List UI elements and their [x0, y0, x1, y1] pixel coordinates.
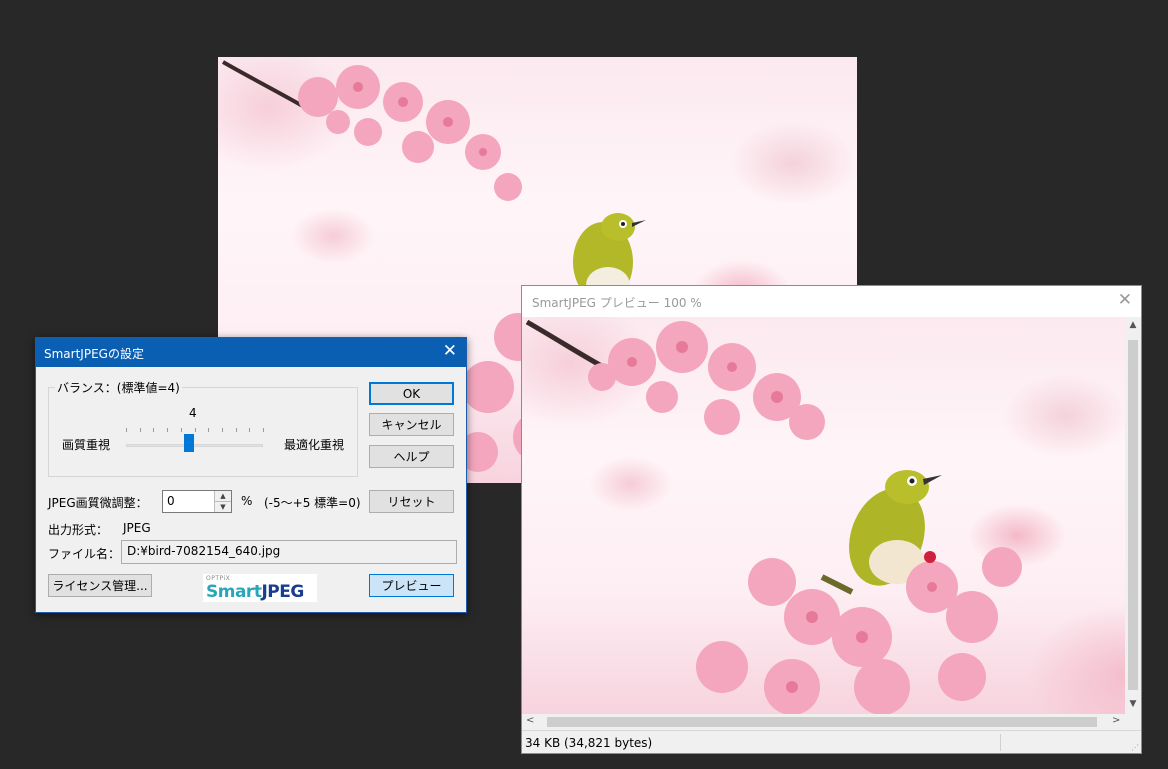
logo-smart-text: Smart [206, 582, 262, 602]
stepper-up-icon[interactable]: ▲ [215, 491, 231, 502]
jpeg-adjust-label: JPEG画質微調整： [48, 496, 148, 510]
jpeg-quality-stepper[interactable]: 0 ▲ ▼ [162, 490, 232, 513]
percent-label: % [241, 494, 253, 508]
stepper-down-icon[interactable]: ▼ [215, 502, 231, 512]
filename-label: ファイル名： [48, 547, 121, 561]
settings-close-icon[interactable]: ✕ [443, 341, 457, 361]
smartjpeg-settings-dialog: SmartJPEGの設定 ✕ バランス：(標準値=4) 4 画質重視 最適化重視… [35, 337, 467, 613]
slider-tick [181, 428, 182, 432]
preview-image-canvas [522, 317, 1126, 714]
bird-blossom-preview-photo [525, 319, 1022, 714]
jpeg-quality-value[interactable]: 0 [167, 494, 175, 508]
horizontal-scroll-thumb[interactable] [547, 717, 1097, 727]
status-separator [1000, 734, 1001, 751]
optimization-priority-label: 最適化重視 [284, 438, 345, 452]
scroll-left-icon[interactable]: < [526, 715, 534, 726]
slider-tick [208, 428, 209, 432]
slider-tick [263, 428, 264, 432]
slider-tick [153, 428, 154, 432]
scrollbar-corner [1125, 714, 1141, 730]
balance-group: バランス：(標準値=4) [48, 379, 358, 477]
output-format-label: 出力形式： [48, 523, 109, 537]
scroll-right-icon[interactable]: > [1112, 715, 1120, 726]
balance-slider-track[interactable] [126, 444, 263, 447]
logo-jpeg-text: JPEG [261, 582, 304, 602]
preview-title: SmartJPEG プレビュー 100 % [532, 296, 702, 310]
range-hint: (-5～+5 標準=0) [264, 496, 361, 510]
reset-button[interactable]: リセット [369, 490, 454, 513]
slider-tick [140, 428, 141, 432]
license-management-button[interactable]: ライセンス管理... [48, 574, 152, 597]
balance-group-label: バランス：(標準値=4) [55, 379, 182, 396]
preview-statusbar: 34 KB (34,821 bytes) ⋰ [522, 730, 1141, 753]
optpix-logo-text: OPTPiX [206, 575, 231, 582]
help-button[interactable]: ヘルプ [369, 445, 454, 468]
cancel-button[interactable]: キャンセル [369, 413, 454, 436]
scroll-up-icon[interactable]: ▲ [1125, 320, 1141, 330]
preview-vertical-scrollbar[interactable]: ▲ ▼ [1125, 317, 1141, 714]
settings-title: SmartJPEGの設定 [44, 347, 144, 361]
ok-button[interactable]: OK [369, 382, 454, 405]
slider-tick [195, 428, 196, 432]
smartjpeg-logo: OPTPiX SmartJPEG [203, 574, 317, 602]
stepper-arrows: ▲ ▼ [214, 491, 231, 512]
scroll-down-icon[interactable]: ▼ [1125, 699, 1141, 709]
slider-value: 4 [189, 406, 197, 420]
preview-titlebar[interactable]: SmartJPEG プレビュー 100 % ✕ [522, 286, 1141, 316]
preview-close-icon[interactable]: ✕ [1118, 290, 1132, 310]
slider-tick [222, 428, 223, 432]
preview-window: SmartJPEG プレビュー 100 % ✕ ▲ ▼ < > 34 KB (3… [521, 285, 1142, 754]
slider-tick [167, 428, 168, 432]
vertical-scroll-thumb[interactable] [1128, 340, 1138, 690]
slider-tick [236, 428, 237, 432]
slider-tick [249, 428, 250, 432]
settings-titlebar[interactable]: SmartJPEGの設定 ✕ [36, 338, 466, 367]
smartjpeg-logo-text: SmartJPEG [206, 582, 304, 602]
preview-button[interactable]: プレビュー [369, 574, 454, 597]
preview-horizontal-scrollbar[interactable]: < > [522, 714, 1126, 730]
slider-tick [126, 428, 127, 432]
quality-priority-label: 画質重視 [62, 438, 111, 452]
filename-field[interactable]: D:¥bird-7082154_640.jpg [121, 540, 457, 564]
balance-slider-thumb[interactable] [184, 434, 194, 452]
output-format-value: JPEG [123, 521, 151, 535]
file-size-status: 34 KB (34,821 bytes) [525, 736, 653, 750]
resize-grip-icon[interactable]: ⋰ [1131, 743, 1139, 752]
